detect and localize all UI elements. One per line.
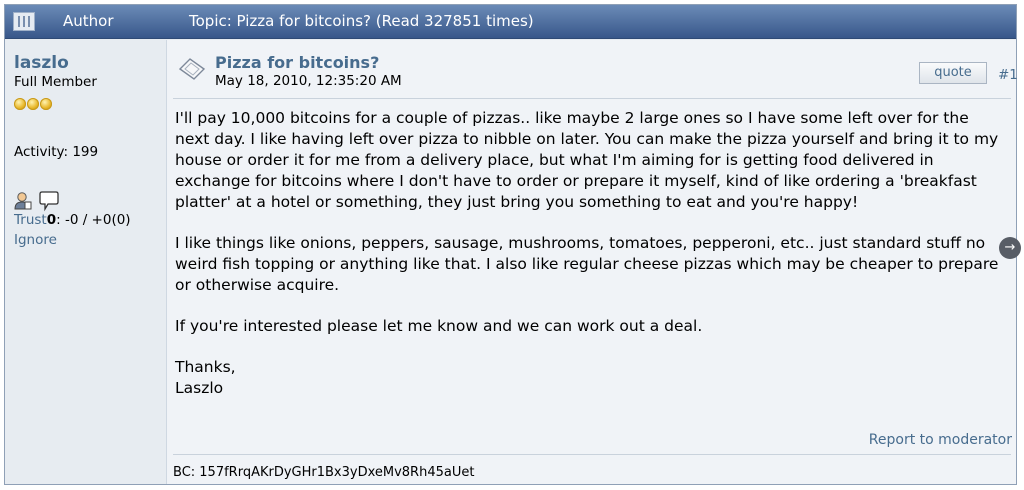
post-body: I'll pay 10,000 bitcoins for a couple of… bbox=[175, 108, 1005, 399]
ignore-link[interactable]: Ignore bbox=[14, 232, 57, 248]
signoff-name: Laszlo bbox=[175, 379, 224, 397]
post-header-bar: Author Topic: Pizza for bitcoins? (Read … bbox=[5, 5, 1016, 39]
user-profile-icon[interactable] bbox=[14, 192, 32, 210]
trust-score: 0 bbox=[46, 212, 57, 228]
trust-line: Trust0: -0 / +0(0) bbox=[14, 212, 131, 228]
report-to-moderator-link[interactable]: Report to moderator bbox=[869, 432, 1012, 448]
header-divider bbox=[173, 98, 1011, 99]
topic-title: Topic: Pizza for bitcoins? (Read 327851 … bbox=[189, 12, 534, 30]
signature-text: BC: 157fRrqAKrDyGHr1Bx3yDxeMv8Rh45aUet bbox=[173, 465, 475, 480]
poster-activity: Activity: 199 bbox=[14, 144, 99, 160]
next-arrow-button[interactable]: → bbox=[999, 237, 1021, 259]
post-date: May 18, 2010, 12:35:20 AM bbox=[215, 73, 402, 89]
quote-button[interactable]: quote bbox=[919, 62, 987, 84]
message-bubble-icon[interactable] bbox=[39, 191, 59, 212]
poster-name-link[interactable]: laszlo bbox=[14, 53, 69, 73]
post-title-link[interactable]: Pizza for bitcoins? bbox=[215, 53, 379, 72]
poster-rank: Full Member bbox=[14, 74, 97, 90]
signoff-thanks: Thanks, bbox=[175, 358, 236, 376]
post-frame: Author Topic: Pizza for bitcoins? (Read … bbox=[4, 4, 1018, 485]
post-document-icon bbox=[177, 56, 207, 86]
poster-info-panel: laszlo Full Member Activity: 199 Trust0:… bbox=[5, 40, 167, 484]
poster-action-icons bbox=[14, 190, 60, 212]
post-paragraph: If you're interested please let me know … bbox=[175, 317, 703, 335]
signature-divider bbox=[173, 454, 1011, 455]
trust-detail: : -0 / +0(0) bbox=[56, 212, 131, 228]
post-paragraph: I like things like onions, peppers, saus… bbox=[175, 234, 999, 294]
rank-star-icon bbox=[40, 98, 52, 110]
post-paragraph: I'll pay 10,000 bitcoins for a couple of… bbox=[175, 109, 999, 211]
rank-star-icon bbox=[14, 98, 26, 110]
trust-link[interactable]: Trust bbox=[14, 212, 47, 228]
rank-stars bbox=[14, 95, 53, 110]
post-signoff: Thanks, Laszlo bbox=[175, 357, 1005, 399]
topic-list-icon bbox=[13, 12, 35, 31]
rank-star-icon bbox=[27, 98, 39, 110]
author-column-label: Author bbox=[63, 12, 114, 30]
post-area: Pizza for bitcoins? May 18, 2010, 12:35:… bbox=[167, 40, 1018, 484]
post-number-link[interactable]: #1 bbox=[998, 67, 1018, 83]
